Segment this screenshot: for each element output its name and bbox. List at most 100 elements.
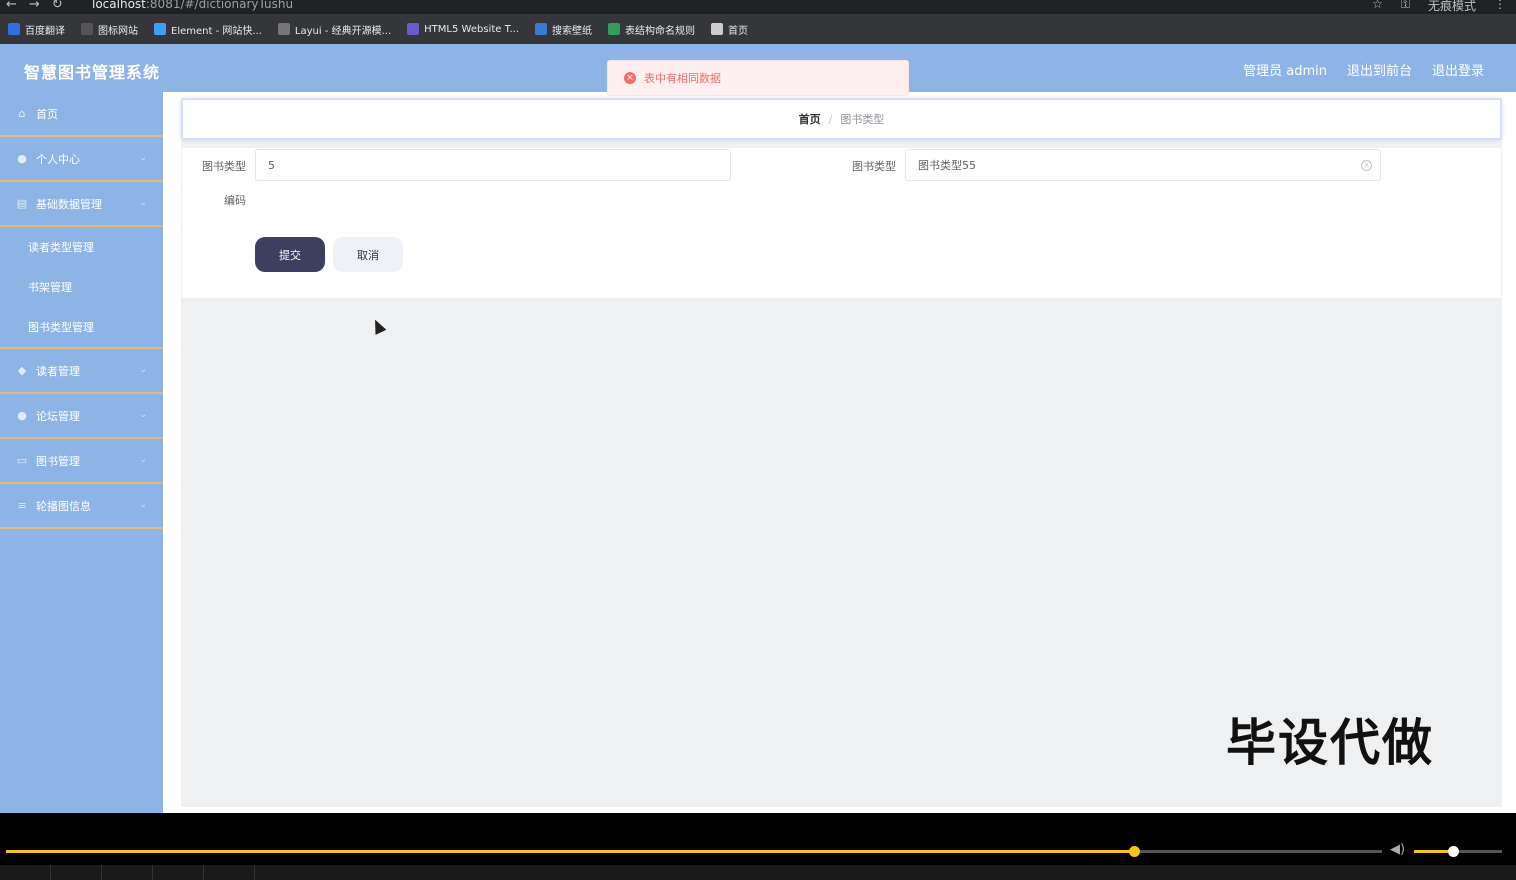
taskbar-slot[interactable] — [0, 865, 51, 880]
video-player-bar: ◀) — [0, 813, 1516, 880]
volume-handle[interactable] — [1447, 846, 1459, 857]
cancel-button[interactable]: 取消 — [333, 237, 403, 272]
sidebar-menu-item[interactable]: ▤ 基础数据管理 ⌄ — [0, 182, 163, 227]
user-label: 管理员 admin — [1243, 64, 1327, 79]
bookmark-favicon-icon — [8, 23, 20, 35]
sidebar-menu-item[interactable]: ▭ 图书管理 ⌄ — [0, 439, 163, 484]
edit-form: 图书类型 编码 5 图书类型 图书类型55 × 提交 取消 — [182, 148, 1501, 298]
bookmark-item[interactable]: HTML5 Website T... — [407, 23, 519, 35]
star-icon[interactable]: ☆ — [1372, 0, 1383, 14]
bookmark-favicon-icon — [154, 23, 166, 35]
clear-icon[interactable]: × — [1361, 160, 1372, 171]
back-to-front-link[interactable]: 退出到前台 — [1347, 60, 1412, 79]
bookmark-favicon-icon — [81, 23, 93, 35]
bookmark-item[interactable]: Element - 网站快... — [154, 22, 262, 37]
progress-handle[interactable] — [1129, 846, 1141, 857]
bookmark-label: 图标网站 — [98, 25, 138, 37]
bookmark-item[interactable]: 表结构命名规则 — [608, 22, 695, 37]
header-links: 管理员 admin 退出到前台 退出登录 — [1243, 60, 1484, 79]
sidebar-item-label: 基础数据管理 — [36, 197, 102, 211]
bookmark-item[interactable]: 搜索壁纸 — [535, 22, 592, 37]
sidebar-subitem[interactable]: 书架管理 — [0, 267, 163, 307]
chevron-down-icon: ⌄ — [139, 153, 147, 163]
error-toast: × 表中有相同数据 — [607, 60, 909, 96]
taskbar-slot[interactable] — [204, 865, 255, 880]
sidebar-item-label: 轮播图信息 — [36, 499, 91, 513]
incognito-label[interactable]: 无痕模式 — [1428, 0, 1476, 14]
toast-message: 表中有相同数据 — [644, 72, 721, 85]
taskbar-slot[interactable] — [153, 865, 204, 880]
code-label-line1: 图书类型 — [202, 160, 246, 173]
volume-fill — [1414, 850, 1453, 853]
bookmark-label: HTML5 Website T... — [424, 23, 520, 35]
browser-actions: ☆ ⚿ 无痕模式 ⋮ — [1372, 0, 1506, 14]
type-input-value: 图书类型55 — [918, 159, 976, 172]
taskbar-slot[interactable] — [102, 865, 153, 880]
key-icon[interactable]: ⚿ — [1401, 0, 1410, 14]
taskbar-slot[interactable] — [51, 865, 102, 880]
main-content: 首页 / 图书类型 图书类型 编码 5 图书类型 图书类型55 × 提交 取消 … — [163, 92, 1516, 813]
home-icon: ⌂ — [18, 106, 26, 120]
sidebar-item-label: 个人中心 — [36, 152, 80, 166]
app-brand: 智慧图书管理系统 — [24, 63, 161, 82]
breadcrumb-home[interactable]: 首页 — [799, 111, 821, 127]
sidebar-menu-item[interactable]: ◆ 读者管理 ⌄ — [0, 349, 163, 394]
sidebar-submenu: 读者类型管理 书架管理 图书类型管理 — [0, 227, 163, 349]
bookmark-favicon-icon — [407, 23, 420, 35]
bookmark-item[interactable]: 图标网站 — [81, 22, 138, 37]
user-icon: ● — [17, 151, 27, 165]
chevron-down-icon: ⌄ — [139, 198, 147, 208]
sidebar: ⌂ 首页 ● 个人中心 ⌄ ▤ 基础数据管理 ⌄ 读者类型管理 书架管理 图书类型管理 ◆ 读者管理 ⌄ ●… — [0, 92, 163, 813]
chevron-down-icon: ⌄ — [139, 410, 147, 420]
address-bar[interactable]: localhost:8081/#/dictionaryTushu — [92, 0, 293, 11]
forward-arrow-icon[interactable]: → — [29, 0, 40, 12]
list-icon: ≡ — [17, 498, 27, 512]
logout-link[interactable]: 退出登录 — [1432, 60, 1484, 79]
reload-icon[interactable]: ↻ — [52, 0, 63, 12]
sidebar-menu-item[interactable]: ⌂ 首页 — [0, 92, 163, 137]
breadcrumb-current: 图书类型 — [840, 113, 885, 126]
bookmark-label: Layui - 经典开源模... — [294, 25, 392, 37]
volume-slider[interactable] — [1414, 846, 1502, 857]
code-input[interactable]: 5 — [255, 149, 731, 181]
bookmark-favicon-icon — [535, 23, 548, 35]
bookmark-item[interactable]: 首页 — [711, 22, 748, 37]
bookmark-label: 百度翻译 — [25, 25, 65, 37]
sidebar-menu-item[interactable]: ≡ 轮播图信息 ⌄ — [0, 484, 163, 529]
error-icon: × — [624, 72, 636, 84]
browser-nav: ← → ↻ — [6, 0, 63, 12]
progress-slider[interactable] — [6, 846, 1382, 857]
book-icon: ▭ — [16, 453, 28, 467]
sidebar-subitem[interactable]: 读者类型管理 — [0, 227, 163, 267]
bookmark-label: 首页 — [728, 25, 749, 37]
breadcrumb-separator: / — [828, 112, 833, 126]
reader-icon: ◆ — [17, 363, 27, 377]
back-arrow-icon[interactable]: ← — [6, 0, 17, 12]
more-vertical-icon[interactable]: ⋮ — [1494, 0, 1506, 14]
sidebar-menu-item[interactable]: ● 个人中心 ⌄ — [0, 137, 163, 182]
taskbar — [0, 865, 1516, 880]
bookmark-favicon-icon — [608, 23, 621, 35]
sidebar-item-label: 图书管理 — [36, 454, 80, 468]
sidebar-menu-item[interactable]: ● 论坛管理 ⌄ — [0, 394, 163, 439]
sidebar-item-label: 读者管理 — [36, 364, 80, 378]
breadcrumb: 首页 / 图书类型 — [182, 99, 1501, 139]
bookmark-favicon-icon — [711, 23, 724, 35]
browser-toolbar: ← → ↻ localhost:8081/#/dictionaryTushu ☆… — [0, 0, 1516, 14]
bookmark-item[interactable]: Layui - 经典开源模... — [277, 22, 392, 37]
chevron-down-icon: ⌄ — [139, 500, 147, 510]
app-window: 智慧图书管理系统 管理员 admin 退出到前台 退出登录 × 表中有相同数据 … — [0, 44, 1516, 813]
submit-button[interactable]: 提交 — [255, 237, 325, 272]
watermark-text: 毕设代做 — [1226, 714, 1434, 772]
progress-fill — [6, 850, 1135, 853]
forum-icon: ● — [17, 408, 27, 422]
type-input[interactable]: 图书类型55 × — [905, 149, 1381, 181]
bookmark-label: 表结构命名规则 — [625, 25, 696, 37]
bookmark-item[interactable]: 百度翻译 — [8, 22, 65, 37]
volume-icon[interactable]: ◀) — [1390, 842, 1405, 857]
sidebar-subitem[interactable]: 图书类型管理 — [0, 307, 163, 347]
url-host: localhost — [92, 0, 146, 11]
bookmark-label: 搜索壁纸 — [552, 25, 593, 37]
chevron-down-icon: ⌄ — [139, 365, 147, 375]
sidebar-item-label: 首页 — [36, 107, 58, 121]
